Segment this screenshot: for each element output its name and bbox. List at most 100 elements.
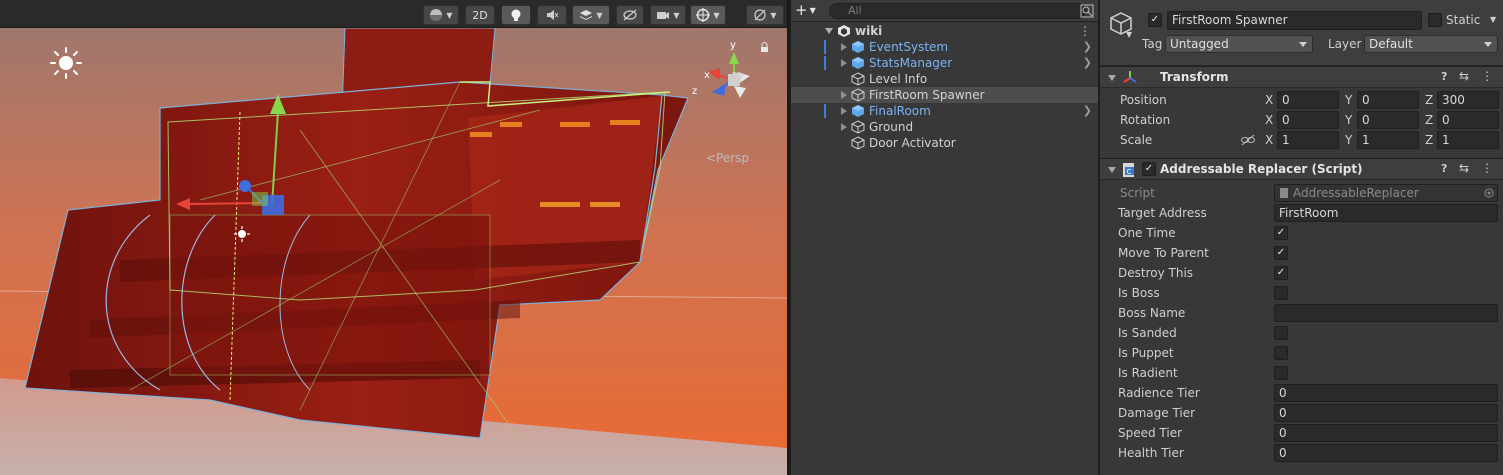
lighting-toggle-button[interactable] xyxy=(501,5,531,25)
gameobject-icon xyxy=(851,72,865,86)
property-field[interactable] xyxy=(1274,304,1498,322)
rotation-x-label[interactable]: X xyxy=(1265,113,1273,127)
link-scale-icon[interactable] xyxy=(1241,134,1255,146)
shading-mode-dropdown[interactable]: ▼ xyxy=(423,5,459,25)
scale-y-field[interactable]: 1 xyxy=(1357,131,1419,149)
open-prefab-arrow-icon[interactable]: ❯ xyxy=(1083,103,1092,119)
fold-arrow-icon[interactable] xyxy=(1108,167,1116,173)
presets-icon[interactable]: ⇆ xyxy=(1459,69,1469,83)
hierarchy-item[interactable]: Level Info xyxy=(791,71,1098,87)
overlays-dropdown[interactable]: ▼ xyxy=(746,5,784,25)
property-field[interactable]: FirstRoom xyxy=(1274,204,1498,222)
hierarchy-item[interactable]: Ground xyxy=(791,119,1098,135)
scene-root-row[interactable]: wiki ⋮ xyxy=(791,23,1098,39)
scene-view[interactable]: y x z <Persp ▼ 2D ▼ ▼ ▼ ▼ xyxy=(0,0,787,475)
addressable-replacer-header[interactable]: C ✓ Addressable Replacer (Script) ? ⇆ ⋮ xyxy=(1100,158,1503,180)
camera-settings-dropdown[interactable]: ▼ xyxy=(650,5,686,25)
addressable-replacer-title: Addressable Replacer (Script) xyxy=(1160,162,1363,176)
scene-visibility-button[interactable] xyxy=(616,5,644,25)
fold-arrow-icon[interactable] xyxy=(841,107,847,115)
chevron-down-icon[interactable]: ▼ xyxy=(1126,30,1132,39)
help-icon[interactable]: ? xyxy=(1441,162,1447,175)
object-name-field[interactable]: FirstRoom Spawner xyxy=(1167,11,1422,30)
fold-arrow-icon[interactable] xyxy=(841,59,847,67)
property-label: Destroy This xyxy=(1118,266,1194,280)
hierarchy-item[interactable]: StatsManager ❯ xyxy=(791,55,1098,71)
layer-dropdown[interactable]: Default xyxy=(1364,35,1498,53)
more-options-icon[interactable]: ⋮ xyxy=(1481,69,1493,83)
tag-dropdown[interactable]: Untagged xyxy=(1165,35,1313,53)
2d-toggle-button[interactable]: 2D xyxy=(465,5,495,25)
object-picker-icon[interactable] xyxy=(1484,188,1494,198)
property-label: Move To Parent xyxy=(1118,246,1209,260)
property-checkbox[interactable]: ✓ xyxy=(1274,226,1288,240)
property-checkbox[interactable]: ✓ xyxy=(1274,246,1288,260)
rotation-z-field[interactable]: 0 xyxy=(1437,111,1499,129)
rotation-x-field[interactable]: 0 xyxy=(1277,111,1339,129)
rotation-y-label[interactable]: Y xyxy=(1345,113,1352,127)
active-checkbox[interactable]: ✓ xyxy=(1148,13,1162,27)
hierarchy-search-input[interactable]: All xyxy=(829,3,1086,19)
fold-arrow-icon[interactable] xyxy=(841,43,847,51)
audio-toggle-button[interactable] xyxy=(537,5,567,25)
more-options-icon[interactable]: ⋮ xyxy=(1481,161,1493,175)
hierarchy-item[interactable]: Door Activator xyxy=(791,135,1098,151)
gizmos-dropdown[interactable]: ▼ xyxy=(690,5,726,25)
position-x-field[interactable]: 0 xyxy=(1277,91,1339,109)
rotation-y-field[interactable]: 0 xyxy=(1357,111,1419,129)
property-checkbox[interactable] xyxy=(1274,366,1288,380)
scene-viewport[interactable]: y x z <Persp xyxy=(0,27,787,475)
property-field[interactable]: 0 xyxy=(1274,384,1498,402)
position-x-label[interactable]: X xyxy=(1265,93,1273,107)
position-z-label[interactable]: Z xyxy=(1425,93,1433,107)
fold-arrow-icon[interactable] xyxy=(841,123,847,131)
property-checkbox[interactable] xyxy=(1274,326,1288,340)
scene-render[interactable]: y x z xyxy=(0,27,787,475)
presets-icon[interactable]: ⇆ xyxy=(1459,161,1469,175)
property-field[interactable]: 0 xyxy=(1274,404,1498,422)
scale-z-field[interactable]: 1 xyxy=(1437,131,1499,149)
scale-z-label[interactable]: Z xyxy=(1425,133,1433,147)
more-options-icon[interactable]: ⋮ xyxy=(1079,23,1091,39)
z-axis-handle[interactable] xyxy=(239,180,251,192)
fold-arrow-icon[interactable] xyxy=(825,28,833,34)
property-checkbox[interactable] xyxy=(1274,286,1288,300)
scale-x-field[interactable]: 1 xyxy=(1277,131,1339,149)
property-checkbox[interactable] xyxy=(1274,346,1288,360)
scale-y-label[interactable]: Y xyxy=(1345,133,1352,147)
chevron-down-icon xyxy=(1299,42,1307,47)
projection-label[interactable]: <Persp xyxy=(706,151,749,165)
help-icon[interactable]: ? xyxy=(1441,70,1447,83)
directional-light-icon[interactable] xyxy=(50,47,82,79)
open-prefab-arrow-icon[interactable]: ❯ xyxy=(1083,39,1092,55)
gameobject-icon xyxy=(851,136,865,150)
component-enabled-checkbox[interactable]: ✓ xyxy=(1142,162,1156,176)
chevron-down-icon xyxy=(1484,42,1492,47)
chevron-down-icon[interactable]: ▼ xyxy=(1490,15,1496,24)
property-checkbox[interactable]: ✓ xyxy=(1274,266,1288,280)
component-buttons: ? ⇆ ⋮ xyxy=(1441,69,1497,86)
create-button[interactable]: + ▼ xyxy=(795,2,825,20)
scale-label: Scale xyxy=(1120,133,1153,147)
script-field[interactable]: AddressableReplacer xyxy=(1274,184,1498,202)
fold-arrow-icon[interactable] xyxy=(1108,75,1116,81)
position-z-field[interactable]: 300 xyxy=(1437,91,1499,109)
position-y-label[interactable]: Y xyxy=(1345,93,1352,107)
lightbulb-icon xyxy=(511,9,521,21)
search-by-type-icon[interactable] xyxy=(1080,4,1094,18)
rotation-z-label[interactable]: Z xyxy=(1425,113,1433,127)
static-label: Static xyxy=(1446,13,1481,27)
static-checkbox[interactable] xyxy=(1428,13,1442,27)
property-field[interactable]: 0 xyxy=(1274,444,1498,462)
position-y-field[interactable]: 0 xyxy=(1357,91,1419,109)
transform-icon xyxy=(1123,71,1137,83)
hierarchy-item[interactable]: FirstRoom Spawner xyxy=(791,87,1098,103)
effects-dropdown[interactable]: ▼ xyxy=(572,5,610,25)
hierarchy-item[interactable]: EventSystem ❯ xyxy=(791,39,1098,55)
scale-x-label[interactable]: X xyxy=(1265,133,1273,147)
fold-arrow-icon[interactable] xyxy=(841,91,847,99)
transform-header[interactable]: Transform ? ⇆ ⋮ xyxy=(1100,66,1503,88)
hierarchy-item[interactable]: FinalRoom ❯ xyxy=(791,103,1098,119)
property-field[interactable]: 0 xyxy=(1274,424,1498,442)
open-prefab-arrow-icon[interactable]: ❯ xyxy=(1083,55,1092,71)
